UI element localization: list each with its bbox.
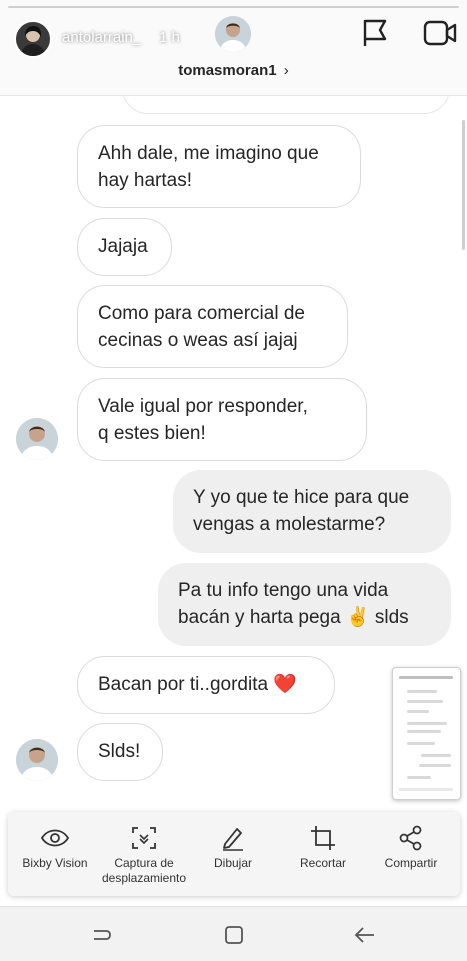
scroll-capture-button[interactable]: Captura de desplazamiento [98, 812, 190, 896]
thread-avatar[interactable] [215, 16, 251, 52]
sender-avatar[interactable] [16, 739, 58, 781]
story-user-avatar[interactable] [14, 20, 52, 58]
home-button-icon[interactable] [204, 915, 264, 955]
message-bubble-outgoing: Y yo que te hice para que vengas a moles… [173, 470, 451, 553]
tool-label: Captura de desplazamiento [101, 856, 187, 885]
message-bubble: Jajaja [77, 218, 172, 276]
story-progress-bar [8, 6, 459, 8]
pencil-icon [188, 824, 278, 852]
tool-label: Compartir [384, 856, 438, 870]
flag-icon[interactable] [358, 16, 392, 50]
sender-avatar[interactable] [16, 418, 58, 460]
message-bubble: Ahh dale, me imagino que hay hartas! [77, 125, 361, 208]
story-username[interactable]: antolarrain_ [62, 29, 141, 46]
draw-button[interactable]: Dibujar [188, 812, 278, 896]
video-call-icon[interactable] [420, 16, 460, 50]
crop-icon [278, 824, 368, 852]
message-bubble: Vale igual por responder, q estes bien! [77, 378, 367, 461]
tool-label: Recortar [299, 856, 346, 870]
tool-label: Dibujar [213, 856, 252, 870]
scrollbar[interactable] [462, 120, 465, 250]
scroll-capture-icon [98, 824, 190, 852]
message-bubble: Bacan por ti..gordita ❤️ [77, 656, 335, 714]
chevron-right-icon: › [283, 62, 289, 79]
eye-icon [10, 824, 100, 852]
tool-label: Bixby Vision [22, 856, 88, 870]
message-bubble: Como para comercial de cecinas o weas as… [77, 285, 348, 368]
crop-button[interactable]: Recortar [278, 812, 368, 896]
share-icon [366, 824, 456, 852]
thread-username: tomasmoran1 [178, 62, 277, 79]
thread-title[interactable]: tomasmoran1 › [0, 62, 467, 79]
screenshot-thumbnail[interactable] [392, 667, 461, 800]
story-header: antolarrain_ 1 h tomasmoran1 › [0, 0, 467, 96]
message-bubble: Slds! [77, 723, 163, 781]
share-button[interactable]: Compartir [366, 812, 456, 896]
recent-apps-icon[interactable] [73, 915, 133, 955]
message-bubble-outgoing: Pa tu info tengo una vida bacán y harta … [158, 563, 451, 646]
smart-capture-toolbar: Bixby Vision Captura de desplazamiento D… [8, 812, 460, 896]
bixby-vision-button[interactable]: Bixby Vision [10, 812, 100, 896]
system-navigation-bar [0, 906, 467, 961]
story-timestamp: 1 h [159, 29, 180, 46]
back-arrow-icon[interactable] [335, 915, 395, 955]
